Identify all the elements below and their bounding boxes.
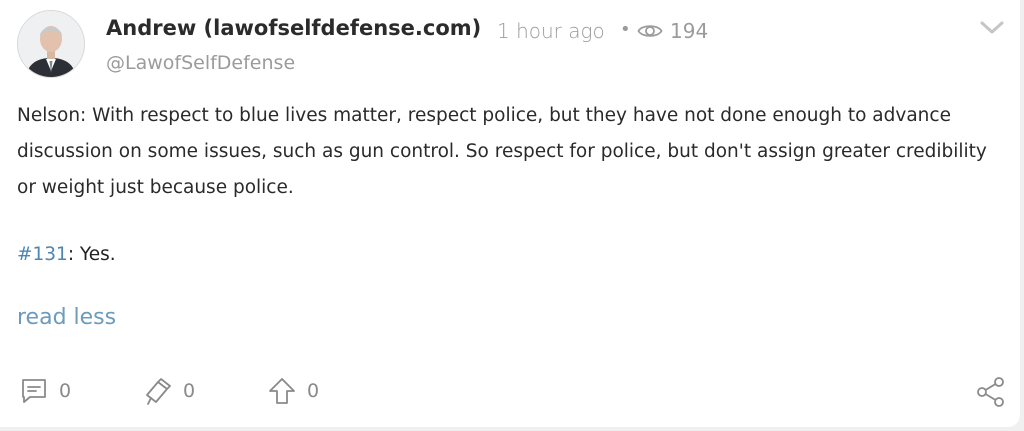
comment-button[interactable]: 0 bbox=[19, 375, 71, 407]
timestamp[interactable]: 1 hour ago bbox=[497, 19, 605, 43]
comment-icon bbox=[19, 377, 49, 405]
upvote-button[interactable]: 0 bbox=[267, 375, 319, 407]
post-paragraph: Nelson: With respect to blue lives matte… bbox=[17, 105, 987, 198]
author-handle[interactable]: @LawofSelfDefense bbox=[106, 52, 295, 74]
meta-separator: • bbox=[620, 19, 631, 40]
hashtag-link[interactable]: #131 bbox=[17, 244, 68, 265]
upvote-count: 0 bbox=[307, 380, 320, 402]
eye-icon bbox=[637, 22, 663, 44]
author-name[interactable]: Andrew (lawofselfdefense.com) bbox=[106, 16, 481, 40]
comment-count: 0 bbox=[59, 380, 72, 402]
post-card: Andrew (lawofselfdefense.com) 1 hour ago… bbox=[0, 0, 1020, 427]
read-less-link[interactable]: read less bbox=[17, 305, 116, 330]
post-body: Nelson: With respect to blue lives matte… bbox=[17, 98, 997, 206]
view-count: 194 bbox=[670, 19, 709, 43]
repost-icon bbox=[143, 376, 173, 406]
post-reply-line: #131: Yes. bbox=[17, 240, 116, 270]
repost-count: 0 bbox=[183, 380, 196, 402]
reply-text: : Yes. bbox=[67, 244, 116, 265]
chevron-down-icon[interactable] bbox=[979, 20, 1005, 40]
share-icon[interactable] bbox=[975, 376, 1007, 412]
repost-button[interactable]: 0 bbox=[143, 375, 195, 407]
avatar[interactable] bbox=[17, 10, 85, 78]
upvote-icon bbox=[267, 376, 297, 406]
